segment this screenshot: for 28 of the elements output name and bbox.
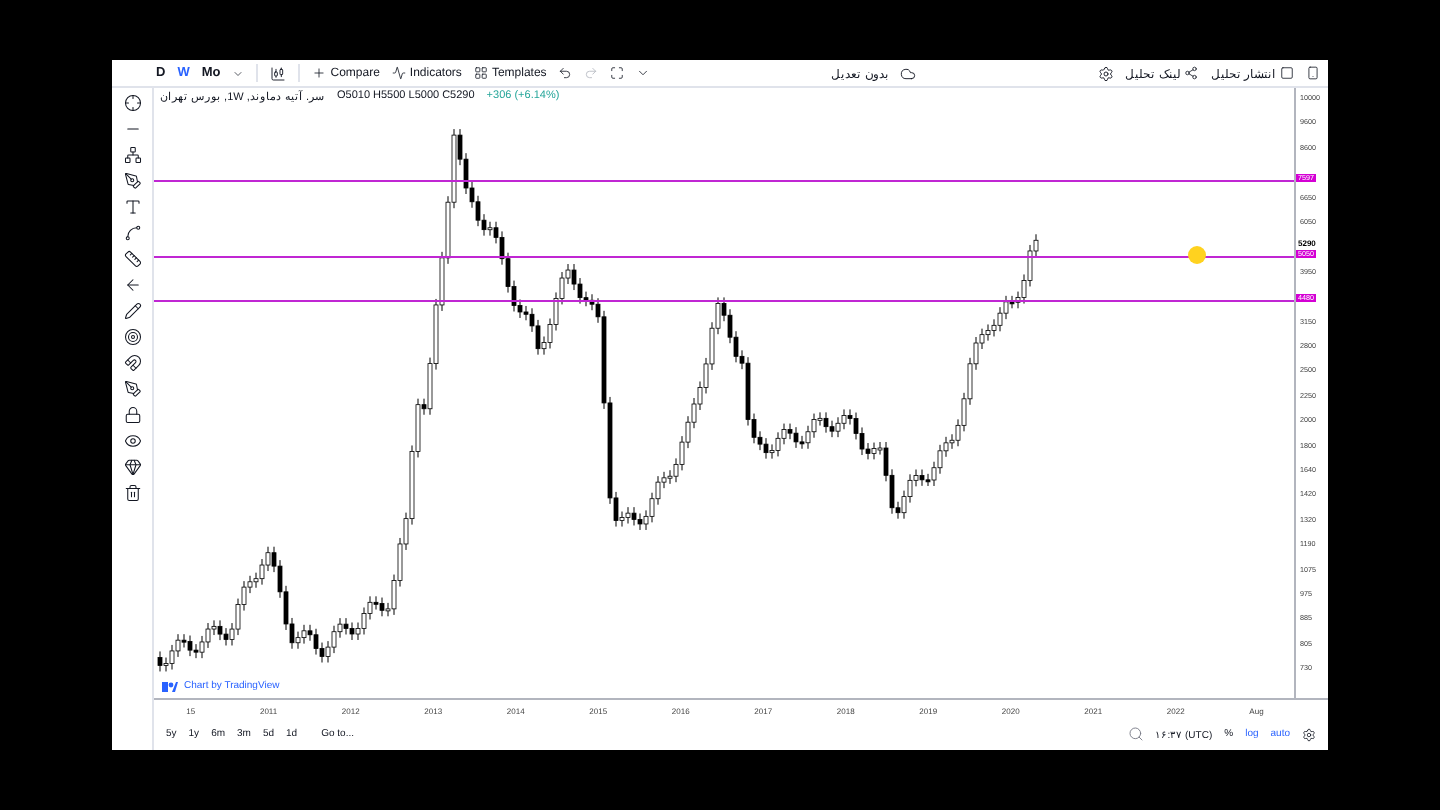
fullscreen-icon[interactable] bbox=[610, 66, 625, 80]
indicators-icon bbox=[391, 66, 406, 80]
gem-icon[interactable] bbox=[123, 458, 141, 476]
target-icon[interactable] bbox=[123, 328, 141, 346]
undo-icon[interactable] bbox=[558, 66, 573, 80]
crosshair-icon[interactable] bbox=[123, 94, 141, 112]
settings-icon[interactable] bbox=[1302, 727, 1316, 741]
pattern-icon[interactable] bbox=[123, 146, 141, 164]
trash-icon[interactable] bbox=[123, 484, 141, 502]
share-icon bbox=[1184, 66, 1199, 80]
candles-icon[interactable] bbox=[270, 65, 287, 81]
search-icon[interactable] bbox=[1127, 726, 1144, 742]
magnet-icon[interactable] bbox=[123, 354, 141, 372]
curve-icon[interactable] bbox=[123, 224, 141, 242]
templates-icon bbox=[473, 66, 488, 80]
tradingview-logo-icon bbox=[162, 681, 178, 691]
lock-icon[interactable] bbox=[123, 406, 141, 424]
settings-icon[interactable] bbox=[1097, 65, 1114, 81]
pencil-icon[interactable] bbox=[123, 302, 141, 320]
pen-icon[interactable] bbox=[123, 172, 141, 190]
text-icon[interactable] bbox=[123, 198, 141, 216]
cloud-icon[interactable] bbox=[900, 65, 917, 81]
ruler-icon[interactable] bbox=[123, 250, 141, 268]
arrow-left-icon[interactable] bbox=[123, 276, 141, 294]
eye-icon[interactable] bbox=[123, 432, 141, 450]
caret-icon[interactable] bbox=[636, 66, 651, 80]
phone-icon[interactable] bbox=[1306, 66, 1320, 80]
cursor-highlight bbox=[1188, 246, 1206, 264]
